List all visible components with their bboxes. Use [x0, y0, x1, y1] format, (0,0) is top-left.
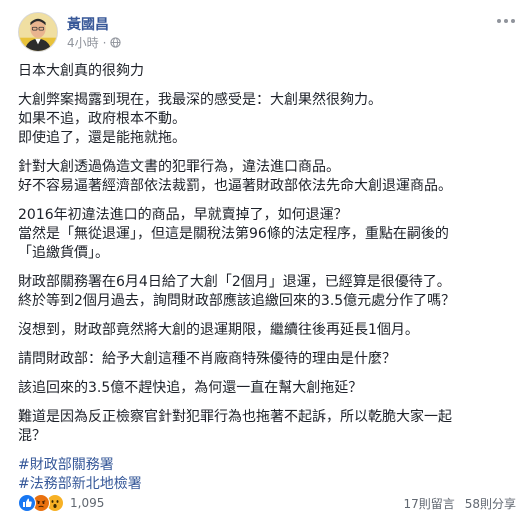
post-line: 財政部關務署在6月4日給了大創「2個月」退運，已經算是很優待了。	[18, 274, 451, 290]
post-line: 難道是因為反正檢察官針對犯罪行為也拖著不起訴，所以乾脆大家一起	[18, 409, 452, 425]
post-line: 日本大創真的很夠力	[18, 63, 144, 79]
post-line: 「追繳貨價」。	[18, 245, 109, 261]
post-line: 好不容易逼著經濟部依法裁罰，也逼著財政部依法先命大創退運商品。	[18, 178, 452, 194]
facebook-post: 黃國昌 4小時 · 日本大創真的很夠力 大創弊案揭露到現在，我最深的感受是：大創…	[0, 0, 532, 525]
like-icon	[18, 494, 36, 512]
author-name[interactable]: 黃國昌	[67, 14, 109, 34]
post-line: 沒想到，財政部竟然將大創的退運期限，繼續往後再延長1個月。	[18, 322, 419, 338]
post-line: 該追回來的3.5億不趕快追，為何還一直在幫大創拖延？	[18, 380, 363, 396]
hashtag-link[interactable]: #法務部新北地檢署	[18, 475, 518, 494]
post-line: 混？	[18, 428, 46, 444]
post-line: 大創弊案揭露到現在，我最深的感受是：大創果然很夠力。	[18, 92, 382, 108]
post-meta: 4小時 ·	[67, 34, 122, 51]
hashtag-link[interactable]: #財政部關務署	[18, 456, 518, 475]
reaction-summary[interactable]: 1,095	[18, 494, 104, 512]
post-footer: 1,095 17則留言 58則分享	[18, 493, 516, 513]
post-stats: 17則留言 58則分享	[403, 495, 516, 512]
post-body: 日本大創真的很夠力 大創弊案揭露到現在，我最深的感受是：大創果然很夠力。 如果不…	[18, 62, 518, 494]
post-line: 即使追了，還是能拖就拖。	[18, 130, 186, 146]
post-line: 當然是「無從退運」，但這是關稅法第96條的法定程序，重點在嗣後的	[18, 226, 449, 242]
post-line: 如果不追，政府根本不動。	[18, 111, 186, 127]
post-line: 終於等到2個月過去，詢問財政部應該追繳回來的3.5億元處分作了嗎？	[18, 293, 456, 309]
comment-count-link[interactable]: 17則留言	[403, 495, 454, 512]
more-options-icon[interactable]	[494, 16, 518, 26]
post-time[interactable]: 4小時	[67, 34, 99, 51]
avatar-image	[19, 13, 57, 51]
author-avatar[interactable]	[18, 12, 58, 52]
meta-separator: ·	[102, 35, 107, 50]
post-line: 2016年初違法進口的商品，早就賣掉了，如何退運？	[18, 207, 348, 223]
post-line: 請問財政部：給予大創這種不肖廠商特殊優待的理由是什麼？	[18, 351, 396, 367]
post-line: 針對大創透過偽造文書的犯罪行為，違法進口商品。	[18, 159, 340, 175]
reaction-count: 1,095	[70, 496, 105, 510]
globe-icon[interactable]	[110, 37, 122, 48]
share-count-link[interactable]: 58則分享	[465, 495, 516, 512]
